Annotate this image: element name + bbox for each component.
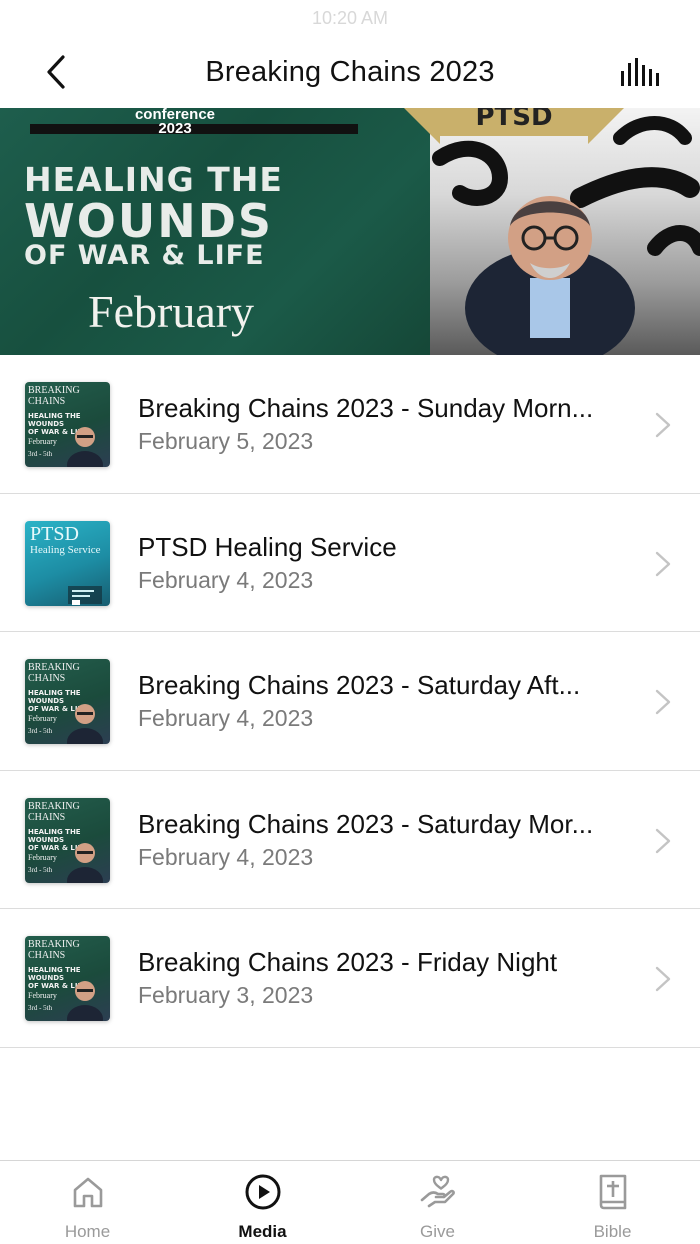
hero-badge-text: PTSD [475,108,553,132]
hero-headline-line2: WOUNDS [24,194,274,248]
thumbnail-title: BREAKING CHAINS [28,801,80,823]
media-title: Breaking Chains 2023 - Saturday Aft... [138,670,581,700]
home-icon [69,1173,107,1211]
hero-month: February [88,286,255,337]
media-date: February 4, 2023 [138,705,314,731]
chevron-right-icon [655,828,671,853]
play-circle-icon [244,1173,282,1211]
tab-give[interactable]: Give [350,1161,525,1244]
thumbnail-title: BREAKING CHAINS [28,385,80,407]
chevron-right-icon [655,689,671,715]
media-list-item[interactable]: BREAKING CHAINS HEALING THE WOUNDS OF WA… [0,909,700,1048]
chevron-left-icon [47,55,65,89]
tab-label: Home [64,1222,111,1241]
media-date: February 4, 2023 [138,843,314,870]
media-title: Breaking Chains 2023 - Friday Night [138,947,558,977]
audio-bars-icon [621,58,659,86]
hero-headline-line3: OF WAR & LIFE [24,240,265,271]
chevron-right-icon [655,966,671,992]
hero-badge-right-flare [588,108,624,144]
hero-badge-left-flare [404,108,440,144]
thumbnail-text: CHAINS [28,673,66,684]
media-thumbnail: BREAKING CHAINS HEALING THE WOUNDS OF WA… [25,382,110,467]
thumbnail-text: BREAKING [28,385,80,396]
tab-bar: Home Media Give Bible [0,1160,700,1244]
speaker-image [68,585,102,605]
speaker-image [67,842,103,883]
tab-label: Media [238,1222,287,1241]
media-title: PTSD Healing Service [138,531,397,562]
thumbnail-title: BREAKING CHAINS [28,662,80,684]
chevron-right-icon [655,412,671,438]
hero-right-panel [430,108,700,355]
media-list-item[interactable]: BREAKING CHAINS HEALING THE WOUNDS OF WA… [0,632,700,771]
page-title: Breaking Chains 2023 [205,55,495,88]
thumbnail-text: CHAINS [28,950,66,961]
media-thumbnail: BREAKING CHAINS HEALING THE WOUNDS OF WA… [25,936,110,1021]
chevron-right-icon [655,551,671,576]
media-thumbnail: PTSD Healing Service [25,520,110,606]
media-list: BREAKING CHAINS HEALING THE WOUNDS OF WA… [0,355,700,1048]
hero-headline-line1: HEALING THE [24,160,283,199]
back-button[interactable] [34,50,78,94]
tab-media[interactable]: Media [175,1161,350,1244]
thumbnail-text: CHAINS [28,396,66,407]
chains-graphic [432,116,700,355]
tab-home[interactable]: Home [0,1161,175,1244]
audio-button[interactable] [618,54,662,90]
status-bar: 10:20 AM [0,0,700,36]
tab-bible[interactable]: Bible [525,1161,700,1244]
thumbnail-text: BREAKING [28,939,80,950]
nav-bar: Breaking Chains 2023 [0,36,700,108]
media-title: Breaking Chains 2023 - Sunday Morn... [138,393,594,423]
thumbnail-text: BREAKING [28,800,80,812]
thumbnail-text: PTSD [30,522,79,545]
media-thumbnail: BREAKING CHAINS HEALING THE WOUNDS OF WA… [25,659,110,744]
hero-conference-label: conference 2023 [130,108,220,136]
heart-hand-icon [419,1173,457,1211]
speaker-image [67,427,103,467]
speaker-image [67,981,103,1021]
thumbnail-title: BREAKING CHAINS [28,939,80,961]
media-thumbnail: BREAKING CHAINS HEALING THE WOUNDS OF WA… [25,797,110,883]
thumbnail-title: PTSD Healing Service [30,524,101,556]
media-list-item[interactable]: BREAKING CHAINS HEALING THE WOUNDS OF WA… [0,355,700,494]
media-date: February 4, 2023 [138,566,314,593]
media-list-item[interactable]: PTSD Healing Service PTSD Healing Servic… [0,494,700,632]
media-title: Breaking Chains 2023 - Saturday Mor... [138,808,594,839]
hero-banner: conference 2023 HEALING THE WOUNDS OF WA… [0,108,700,355]
speaker-image [67,704,103,744]
thumbnail-text: BREAKING [28,662,80,673]
thumbnail-text: Healing Service [30,543,101,556]
status-time: 10:20 AM [311,8,389,28]
bible-icon [594,1173,632,1211]
thumbnail-text: CHAINS [28,811,66,823]
media-list-item[interactable]: BREAKING CHAINS HEALING THE WOUNDS OF WA… [0,771,700,909]
tab-label: Bible [593,1222,632,1241]
hero-conference-line2: 2023 [158,120,192,137]
tab-label: Give [420,1222,455,1241]
media-date: February 3, 2023 [138,982,314,1008]
media-date: February 5, 2023 [138,428,314,454]
